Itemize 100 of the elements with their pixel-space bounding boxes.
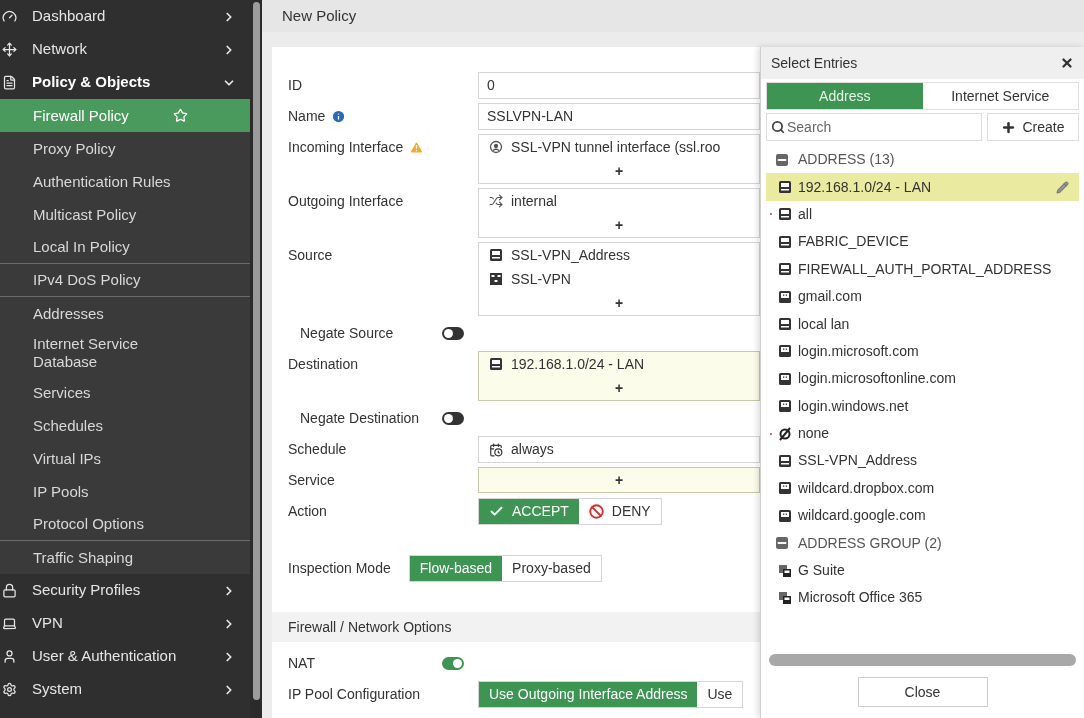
add-entry-button[interactable]: + [614, 377, 624, 399]
section-icon [2, 42, 17, 57]
toggle-switch[interactable] [442, 327, 464, 340]
deny-icon [588, 504, 604, 519]
entry-list-item[interactable]: FIREWALL_AUTH_PORTAL_ADDRESS [766, 255, 1079, 283]
edit-icon[interactable] [1056, 180, 1069, 194]
field-label: Outgoing Interface [288, 192, 404, 211]
add-entry-button[interactable]: + [614, 292, 624, 314]
toggle-switch[interactable] [442, 657, 464, 670]
add-entry-button[interactable]: + [614, 214, 624, 236]
entry-chip[interactable]: 192.168.1.0/24 - LAN [479, 352, 759, 376]
entry-list-item[interactable]: FABRIC_DEVICE [766, 228, 1079, 256]
entry-list-field[interactable]: internal + [478, 188, 760, 238]
schedule-icon [489, 442, 503, 457]
sidebar-section[interactable]: Dashboard [0, 0, 250, 33]
select-field[interactable]: always [478, 436, 760, 463]
entry-list-item[interactable]: none [766, 419, 1079, 448]
field-label: Action [288, 502, 327, 521]
entry-chip[interactable]: internal [479, 189, 759, 213]
group-header[interactable]: ADDRESS (13) [766, 146, 1079, 174]
sidebar-item[interactable]: Proxy Policy [0, 132, 250, 165]
field-label: NAT [288, 654, 315, 673]
entry-list-item[interactable]: login.microsoftonline.com [766, 365, 1079, 393]
entry-list-field[interactable]: + [478, 467, 760, 493]
address-icon [778, 234, 792, 249]
address-icon [778, 508, 792, 523]
sidebar-section[interactable]: Security Profiles [0, 574, 250, 607]
add-entry-button[interactable]: + [614, 469, 624, 491]
field-label: IP Pool Configuration [288, 685, 421, 704]
sidebar-item[interactable]: Protocol Options [0, 508, 250, 541]
entry-list-item[interactable]: gmail.com [766, 282, 1079, 311]
group-header[interactable]: ADDRESS GROUP (2) [766, 529, 1079, 557]
sidebar-item[interactable]: Addresses [0, 297, 250, 330]
panel-title: Select Entries [771, 53, 859, 73]
section-header: Firewall / Network Options [272, 612, 760, 642]
sidebar-item[interactable]: Virtual IPs [0, 442, 250, 475]
address-icon [778, 317, 792, 332]
entry-list-item[interactable]: login.windows.net [766, 392, 1079, 420]
text-field[interactable]: 0 [478, 72, 760, 99]
address-icon [778, 180, 792, 195]
close-icon[interactable] [1060, 56, 1074, 70]
field-label: Negate Destination [300, 409, 420, 428]
text-field[interactable]: SSLVPN-LAN [478, 103, 760, 130]
section-icon [2, 616, 17, 631]
close-button[interactable]: Close [857, 677, 988, 707]
entry-list-field[interactable]: 192.168.1.0/24 - LAN + [478, 351, 760, 401]
sidebar-item[interactable]: Authentication Rules [0, 165, 250, 198]
search-field[interactable]: Search [766, 113, 982, 141]
address-icon [778, 207, 792, 222]
crossed-circle-icon [778, 426, 792, 441]
address-icon [778, 454, 792, 468]
entry-list-item[interactable]: all [766, 200, 1079, 229]
entry-list-item[interactable]: local lan [766, 310, 1079, 338]
sidebar-item[interactable]: Services [0, 376, 250, 409]
entry-list-item[interactable]: wildcard.dropbox.com [766, 474, 1079, 503]
entry-list-item[interactable]: G Suite [766, 556, 1079, 585]
sidebar-item[interactable]: Local In Policy [0, 231, 250, 264]
field-label: Name [288, 107, 326, 126]
option-button[interactable]: Use Outgoing Interface Address [479, 682, 698, 707]
field-label: Destination [288, 355, 359, 374]
option-button[interactable]: ACCEPT [479, 499, 579, 524]
page-title: New Policy [282, 5, 357, 26]
search-input[interactable]: Search [787, 116, 977, 138]
field-label: Inspection Mode [288, 559, 391, 578]
scrollbar[interactable] [769, 654, 1076, 666]
sidebar-item[interactable]: IPv4 DoS Policy [0, 264, 250, 297]
sidebar-item[interactable]: Internet Service Database [0, 330, 250, 376]
option-button[interactable]: Flow-based [409, 556, 503, 581]
entry-list-item[interactable]: SSL-VPN_Address [766, 447, 1079, 475]
add-entry-button[interactable]: + [614, 160, 624, 182]
field-label: Schedule [288, 440, 347, 459]
create-button[interactable]: Create [987, 113, 1079, 141]
sidebar-section[interactable]: System [0, 673, 250, 706]
sidebar-section[interactable]: VPN [0, 607, 250, 640]
address-icon [778, 399, 792, 414]
star-icon[interactable] [173, 108, 188, 123]
entry-chip[interactable]: SSL-VPN tunnel interface (ssl.roo [479, 135, 759, 159]
entry-list-item[interactable]: 192.168.1.0/24 - LAN [766, 173, 1079, 201]
sidebar-item[interactable]: Traffic Shaping [0, 541, 250, 574]
address-icon [778, 289, 792, 304]
entry-list-item[interactable]: wildcard.google.com [766, 502, 1079, 530]
scrollbar[interactable] [252, 2, 260, 700]
section-icon [2, 583, 17, 598]
entry-chip[interactable]: SSL-VPN_Address [479, 243, 759, 267]
address-group-icon [778, 590, 792, 605]
entry-list-item[interactable]: login.microsoft.com [766, 337, 1079, 366]
entry-list-field[interactable]: SSL-VPN_Address SSL-VPN + [478, 242, 760, 316]
entry-chip[interactable]: SSL-VPN [479, 267, 759, 291]
address-icon [778, 262, 792, 277]
toggle-switch[interactable] [442, 412, 464, 425]
section-icon [2, 75, 17, 90]
address-icon [489, 357, 503, 371]
sidebar-section[interactable]: Policy & Objects [0, 66, 250, 99]
address-icon [778, 481, 792, 496]
sidebar-item[interactable]: Multicast Policy [0, 198, 250, 231]
sidebar-section[interactable]: User & Authentication [0, 640, 250, 673]
sidebar-item[interactable]: IP Pools [0, 475, 250, 508]
sidebar-item[interactable]: Schedules [0, 409, 250, 442]
entry-list-item[interactable]: Microsoft Office 365 [766, 584, 1079, 612]
sidebar-section[interactable]: Network [0, 33, 250, 66]
